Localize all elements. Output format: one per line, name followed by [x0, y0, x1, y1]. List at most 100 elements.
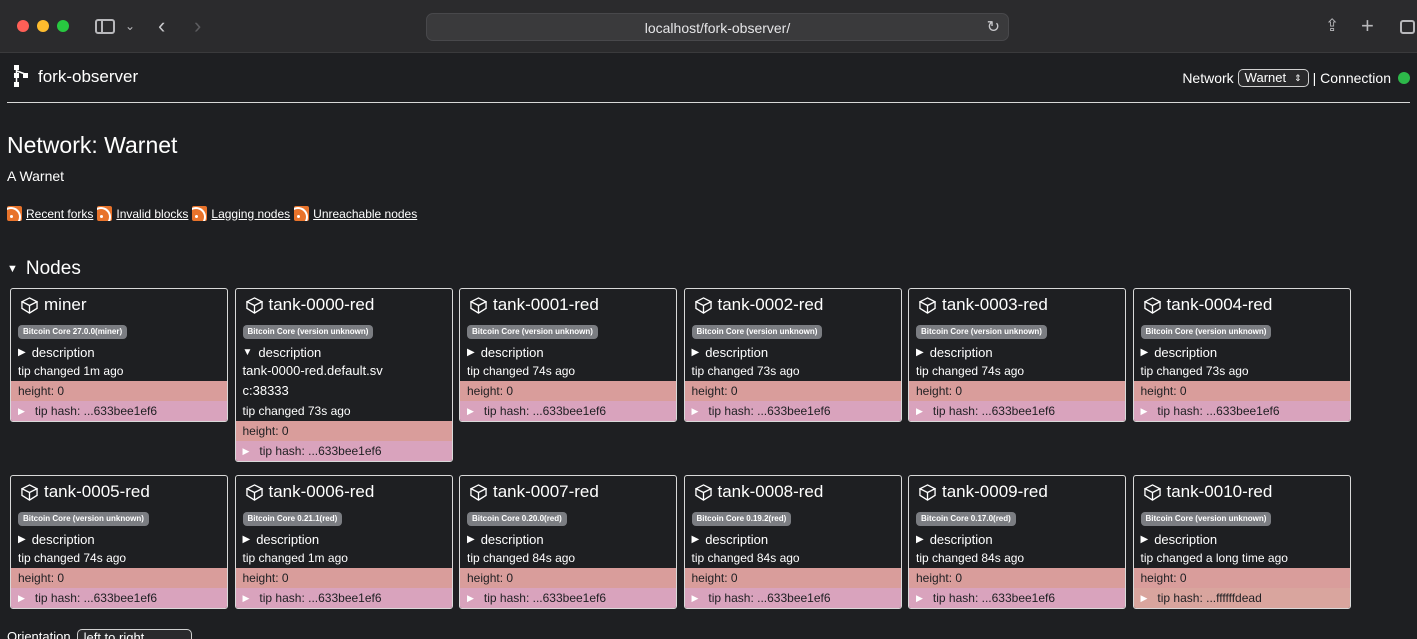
version-badge: Bitcoin Core 0.21.1(red)	[242, 512, 343, 526]
tip-hash-toggle[interactable]: ▶ tip hash: ...633bee1ef6	[460, 401, 676, 421]
address-bar[interactable]: localhost/fork-observer/ ↻	[426, 13, 1009, 41]
description-label: description	[480, 344, 544, 360]
node-card: tank-0010-red Bitcoin Core (version unkno…	[1132, 475, 1351, 609]
tip-hash: tip hash: ...633bee1ef6	[932, 591, 1056, 605]
feed-link-invalid-blocks[interactable]: Invalid blocks	[116, 207, 188, 221]
tip-hash-toggle[interactable]: ▶ tip hash: ...633bee1ef6	[909, 401, 1125, 421]
tip-hash-toggle[interactable]: ▶ tip hash: ...633bee1ef6	[684, 401, 901, 421]
node-title: tank-0001-red	[460, 289, 676, 321]
node-name: tank-0009-red	[942, 482, 1048, 501]
tip-hash-toggle[interactable]: ▶ tip hash: ...ffffffdead	[1133, 588, 1350, 608]
tip-hash-toggle[interactable]: ▶ tip hash: ...633bee1ef6	[11, 401, 227, 421]
connection-label: | Connection	[1312, 70, 1391, 86]
description-toggle[interactable]: ▶ description	[1134, 530, 1350, 548]
node-cube-icon	[1143, 483, 1161, 501]
zoom-window-button[interactable]	[57, 20, 69, 32]
node-card: tank-0003-red Bitcoin Core (version unkno…	[908, 288, 1126, 422]
node-name: tank-0005-red	[44, 482, 150, 501]
triangle-down-icon: ▼	[242, 346, 253, 358]
share-icon[interactable]: ⇪	[1325, 15, 1339, 37]
new-tab-button[interactable]: +	[1361, 15, 1374, 37]
triangle-right-icon: ▶	[1140, 533, 1149, 545]
description-toggle[interactable]: ▶ description	[11, 343, 227, 361]
forward-button[interactable]: ›	[194, 15, 201, 37]
height-row: height: 0	[684, 568, 901, 588]
node-title: tank-0005-red	[11, 476, 227, 508]
triangle-right-icon: ▶	[691, 593, 699, 603]
height-row: height: 0	[11, 381, 227, 401]
description-label: description	[31, 344, 95, 360]
node-cube-icon	[694, 296, 712, 314]
nodes-section-toggle[interactable]: ▼ Nodes	[7, 258, 81, 280]
node-cube-icon	[1143, 296, 1161, 314]
orientation-label: Orientation	[7, 629, 71, 639]
description-toggle[interactable]: ▶ description	[1134, 343, 1350, 361]
triangle-right-icon: ▶	[916, 346, 924, 358]
tip-hash-toggle[interactable]: ▶ tip hash: ...633bee1ef6	[235, 588, 452, 608]
triangle-right-icon: ▶	[1140, 593, 1148, 603]
page-title: Network: Warnet	[7, 132, 178, 158]
tip-changed: tip changed 73s ago	[242, 404, 351, 418]
node-cube-icon	[245, 296, 263, 314]
tip-hash: tip hash: ...633bee1ef6	[932, 404, 1056, 418]
minimize-window-button[interactable]	[37, 20, 49, 32]
description-toggle[interactable]: ▼ description	[236, 343, 452, 361]
tip-hash-toggle[interactable]: ▶ tip hash: ...633bee1ef6	[11, 588, 227, 608]
description-toggle[interactable]: ▶ description	[460, 530, 676, 548]
reload-icon[interactable]: ↻	[987, 17, 1000, 37]
description-toggle[interactable]: ▶ description	[909, 530, 1125, 548]
back-button[interactable]: ‹	[158, 15, 165, 37]
rss-icon	[7, 206, 22, 221]
node-name: tank-0003-red	[942, 295, 1048, 314]
tip-changed: tip changed 84s ago	[691, 551, 800, 565]
triangle-right-icon: ▶	[242, 446, 250, 456]
height-row: height: 0	[684, 381, 901, 401]
tip-hash-toggle[interactable]: ▶ tip hash: ...633bee1ef6	[684, 588, 901, 608]
chevron-down-icon[interactable]: ⌄	[125, 15, 135, 37]
tip-hash-toggle[interactable]: ▶ tip hash: ...633bee1ef6	[460, 588, 676, 608]
triangle-right-icon: ▶	[467, 593, 474, 603]
description-toggle[interactable]: ▶ description	[685, 343, 901, 361]
description-toggle[interactable]: ▶ description	[236, 530, 452, 548]
feed-link-lagging-nodes[interactable]: Lagging nodes	[211, 207, 290, 221]
tip-changed: tip changed 84s ago	[916, 551, 1025, 565]
node-title: miner	[11, 289, 227, 321]
tip-changed: tip changed 84s ago	[467, 551, 576, 565]
feed-link-unreachable-nodes[interactable]: Unreachable nodes	[313, 207, 417, 221]
version-badge: Bitcoin Core 0.19.2(red)	[691, 512, 792, 526]
node-name: tank-0002-red	[717, 295, 824, 314]
node-cube-icon	[470, 483, 487, 501]
version-badge: Bitcoin Core 0.17.0(red)	[916, 512, 1016, 526]
description-toggle[interactable]: ▶ description	[11, 530, 227, 548]
triangle-right-icon: ▶	[242, 533, 251, 545]
tip-hash-toggle[interactable]: ▶ tip hash: ...633bee1ef6	[235, 441, 452, 461]
tip-hash-toggle[interactable]: ▶ tip hash: ...633bee1ef6	[1133, 401, 1350, 421]
tip-changed: tip changed 73s ago	[1140, 364, 1249, 378]
network-select[interactable]: Warnet ⇕	[1237, 69, 1309, 87]
height-row: height: 0	[460, 381, 676, 401]
feed-link-recent-forks[interactable]: Recent forks	[26, 207, 93, 221]
url-text[interactable]: localhost/fork-observer/	[427, 20, 1008, 36]
node-cube-icon	[21, 296, 38, 314]
description-toggle[interactable]: ▶ description	[685, 530, 901, 548]
triangle-right-icon: ▶	[691, 533, 700, 545]
version-badge: Bitcoin Core (version unknown)	[916, 325, 1047, 339]
sidebar-toggle-icon[interactable]	[95, 19, 115, 34]
height-row: height: 0	[235, 568, 452, 588]
description-toggle[interactable]: ▶ description	[460, 343, 676, 361]
tab-overview-icon[interactable]	[1400, 20, 1415, 34]
description-label: description	[258, 344, 322, 360]
node-name: tank-0000-red	[268, 295, 375, 314]
node-card: tank-0006-red Bitcoin Core 0.21.1(red) ▶ de…	[234, 475, 453, 609]
tip-hash-toggle[interactable]: ▶ tip hash: ...633bee1ef6	[909, 588, 1125, 608]
orientation-select[interactable]: left to right	[76, 629, 192, 639]
fork-logo-icon	[14, 65, 28, 87]
tip-changed: tip changed 74s ago	[467, 364, 576, 378]
description-toggle[interactable]: ▶ description	[909, 343, 1125, 361]
node-name: tank-0007-red	[493, 482, 599, 501]
node-title: tank-0007-red	[460, 476, 676, 508]
version-badge: Bitcoin Core 0.20.0(red)	[467, 512, 567, 526]
close-window-button[interactable]	[17, 20, 29, 32]
tip-changed: tip changed 74s ago	[916, 364, 1025, 378]
tip-hash: tip hash: ...633bee1ef6	[34, 591, 158, 605]
